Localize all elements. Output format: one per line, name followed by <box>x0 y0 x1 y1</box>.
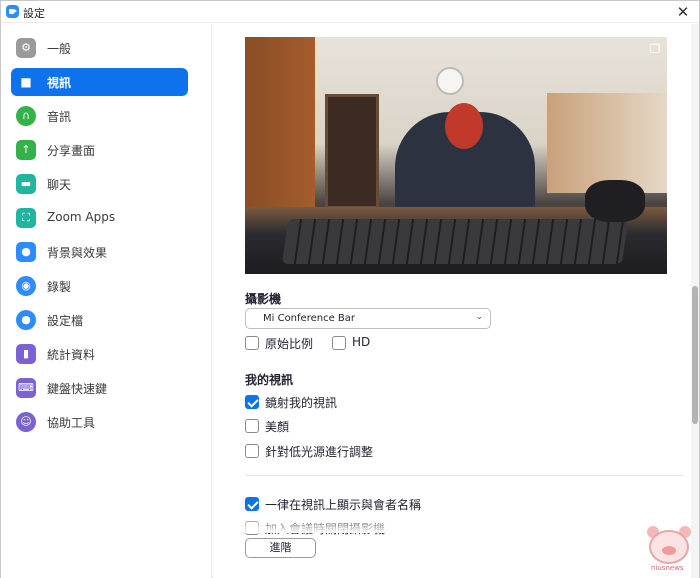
sidebar-item-keyboard-shortcuts[interactable]: ⌨ 鍵盤快速鍵 <box>11 374 188 402</box>
show-names-label: 一律在視訊上顯示與會者名稱 <box>265 498 422 512</box>
settings-sidebar: ⚙ 一般 ■ 視訊 ∩ 音訊 ↑ 分享畫面 ▬ 聊天 ⛶ Zoom Apps ●… <box>1 24 212 578</box>
sidebar-item-label: 鍵盤快速鍵 <box>47 382 108 396</box>
sidebar-item-label: 一般 <box>47 42 72 56</box>
sidebar-item-label: Zoom Apps <box>47 210 116 224</box>
video-settings-panel: ❐ 攝影機 Mi Conference Bar ⌄ 原始比例 HD 我的視訊 鏡… <box>213 24 699 578</box>
sidebar-item-video[interactable]: ■ 視訊 <box>11 68 188 96</box>
sidebar-item-statistics[interactable]: ▮ 統計資料 <box>11 340 188 368</box>
apps-icon: ⛶ <box>16 208 36 228</box>
gear-icon: ⚙ <box>16 38 36 58</box>
background-icon: ● <box>16 242 36 262</box>
watermark-snout <box>662 546 676 555</box>
camera-section-title: 攝影機 <box>245 292 282 306</box>
my-video-section-title: 我的視訊 <box>245 373 294 387</box>
low-light-label: 針對低光源進行調整 <box>265 445 374 459</box>
sidebar-item-label: 音訊 <box>47 110 72 124</box>
preview-mouse <box>585 180 645 222</box>
section-divider <box>245 475 685 476</box>
title-bar: 設定 ✕ <box>1 1 699 23</box>
beauty-label: 美顏 <box>265 420 290 434</box>
record-icon: ◉ <box>16 276 36 296</box>
zoom-app-icon <box>6 5 19 18</box>
original-ratio-label: 原始比例 <box>265 337 314 351</box>
sidebar-item-label: 背景與效果 <box>47 246 108 260</box>
advanced-button[interactable]: 進階 <box>245 538 316 558</box>
sidebar-item-background[interactable]: ● 背景與效果 <box>11 238 188 266</box>
settings-window: 設定 ✕ ⚙ 一般 ■ 視訊 ∩ 音訊 ↑ 分享畫面 ▬ 聊天 ⛶ Zoom A… <box>0 0 700 578</box>
low-light-checkbox[interactable] <box>245 444 259 458</box>
watermark-text: niusnews <box>651 564 684 572</box>
hd-checkbox[interactable] <box>332 336 346 350</box>
mirror-video-checkbox[interactable] <box>245 395 259 409</box>
preview-keyboard <box>281 219 629 264</box>
scrollbar-thumb[interactable] <box>692 286 698 424</box>
statistics-icon: ▮ <box>16 344 36 364</box>
sidebar-item-chat[interactable]: ▬ 聊天 <box>11 170 188 198</box>
camera-select-value: Mi Conference Bar <box>263 313 356 324</box>
close-button[interactable]: ✕ <box>673 2 693 22</box>
vertical-scrollbar[interactable] <box>691 24 699 578</box>
hd-label: HD <box>352 335 371 349</box>
original-ratio-checkbox[interactable] <box>245 336 259 350</box>
headphones-icon: ∩ <box>16 106 36 126</box>
sidebar-item-accessibility[interactable]: ☺ 協助工具 <box>11 408 188 436</box>
chevron-down-icon: ⌄ <box>475 312 483 322</box>
preview-figurine <box>445 103 483 149</box>
chat-icon: ▬ <box>16 174 36 194</box>
sidebar-item-audio[interactable]: ∩ 音訊 <box>11 102 188 130</box>
sidebar-item-label: 分享畫面 <box>47 144 96 158</box>
accessibility-icon: ☺ <box>16 412 36 432</box>
sidebar-item-label: 視訊 <box>47 76 72 90</box>
keyboard-icon: ⌨ <box>16 378 36 398</box>
profile-icon: ● <box>16 310 36 330</box>
mirror-video-label: 鏡射我的視訊 <box>265 396 338 410</box>
preview-wall <box>245 37 315 217</box>
sidebar-item-label: 聊天 <box>47 178 72 192</box>
preview-door <box>325 94 379 209</box>
show-names-checkbox[interactable] <box>245 497 259 511</box>
sidebar-item-recording[interactable]: ◉ 錄製 <box>11 272 188 300</box>
sidebar-item-label: 錄製 <box>47 280 72 294</box>
sidebar-item-label: 設定檔 <box>47 314 84 328</box>
sidebar-item-general[interactable]: ⚙ 一般 <box>11 34 188 62</box>
rotate-camera-icon[interactable]: ❐ <box>647 41 663 57</box>
scroll-fade <box>213 517 699 533</box>
beauty-checkbox[interactable] <box>245 419 259 433</box>
sidebar-item-profile[interactable]: ● 設定檔 <box>11 306 188 334</box>
sidebar-item-label: 統計資料 <box>47 348 96 362</box>
sidebar-item-zoom-apps[interactable]: ⛶ Zoom Apps <box>11 204 188 232</box>
sidebar-item-label: 協助工具 <box>47 416 96 430</box>
sidebar-item-share-screen[interactable]: ↑ 分享畫面 <box>11 136 188 164</box>
preview-shelf <box>547 93 667 193</box>
preview-clock <box>436 67 464 95</box>
watermark-logo: niusnews <box>643 526 695 574</box>
camera-select[interactable]: Mi Conference Bar ⌄ <box>245 308 491 329</box>
video-icon: ■ <box>20 75 32 89</box>
share-screen-icon: ↑ <box>16 140 36 160</box>
window-title: 設定 <box>23 7 45 20</box>
camera-preview: ❐ <box>245 37 667 274</box>
